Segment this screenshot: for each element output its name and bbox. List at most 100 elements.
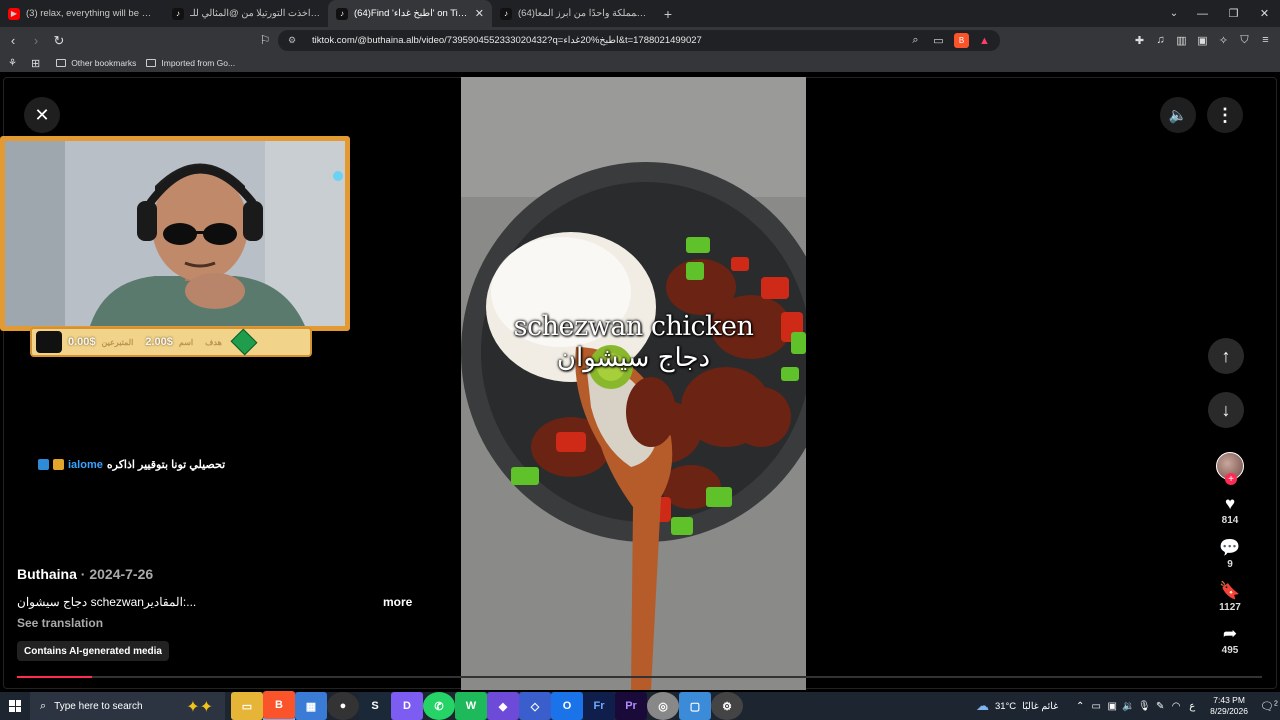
post-description: دجاج سيشوان schezwanالمقادير:... xyxy=(17,595,197,609)
start-button[interactable] xyxy=(0,692,30,720)
progress-fill xyxy=(17,676,92,678)
fresco-icon[interactable]: Fr xyxy=(583,692,615,720)
bookmark-imported[interactable]: Imported from Go... xyxy=(146,58,235,68)
microphone-icon[interactable]: 🎙 xyxy=(1136,701,1152,712)
display-tray-icon[interactable]: ▣ xyxy=(1104,701,1120,712)
back-icon[interactable]: ‹ xyxy=(3,31,23,51)
zoom-icon[interactable]: ⌕ xyxy=(908,33,923,48)
vscode-icon[interactable]: ◇ xyxy=(519,692,551,720)
network-tray-icon[interactable]: ▭ xyxy=(1088,701,1104,712)
chevron-up-icon[interactable]: ⌃ xyxy=(1072,701,1088,712)
more-options-button[interactable]: ⋮ xyxy=(1207,97,1243,133)
minimize-icon[interactable]: — xyxy=(1187,0,1218,27)
notifications-icon[interactable]: 🗨2 xyxy=(1258,700,1280,713)
whatsapp-icon[interactable]: ✆ xyxy=(423,692,455,720)
tab-youtube[interactable]: ▶ (3) relax, everything will be okay... … xyxy=(0,0,164,27)
comment-action[interactable]: 💬 9 xyxy=(1210,538,1250,570)
settings-gear-icon[interactable]: ⚙ xyxy=(711,692,743,720)
apps-icon[interactable]: ⊞ xyxy=(31,57,40,70)
tab-search-icon[interactable]: ⌄ xyxy=(1162,0,1186,27)
brave-shields-icon[interactable]: B xyxy=(954,33,969,48)
pen-icon[interactable]: ✎ xyxy=(1152,701,1168,712)
more-icon: ⋮ xyxy=(1216,104,1234,125)
share-action[interactable]: ➦ 495 xyxy=(1210,624,1250,656)
whatsapp-desktop-icon[interactable]: W xyxy=(455,692,487,720)
author-name[interactable]: Buthaina xyxy=(17,566,77,582)
previous-video-button[interactable]: ↑ xyxy=(1208,338,1244,374)
video-caption-english: schezwan chicken xyxy=(513,311,754,342)
webcam-image xyxy=(5,141,345,326)
sidebar-icon[interactable]: ▥ xyxy=(1173,30,1190,50)
video-player[interactable]: schezwan chicken دجاج سيشوان xyxy=(461,77,806,690)
vpn-icon[interactable]: ⛉ xyxy=(1236,30,1253,50)
windows-taskbar: ⌕ Type here to search ✦✦ ▭ B ▦ ● S D ✆ W… xyxy=(0,691,1280,720)
more-link[interactable]: more xyxy=(383,595,412,609)
site-info-icon[interactable]: ⚙ xyxy=(288,35,302,46)
bookmark-label: Imported from Go... xyxy=(161,58,236,68)
chat-message: ialome تحصيلي تونا بتوقيير اذاكره xyxy=(38,458,225,471)
tab-title: انشيلادا اخذت التورتيلا من @المثالي للـ xyxy=(190,8,320,19)
arrow-down-icon: ↓ xyxy=(1221,399,1231,420)
brave-browser-icon[interactable]: B xyxy=(263,691,295,720)
outlook-icon[interactable]: O xyxy=(551,692,583,720)
leo-ai-icon[interactable]: ✧ xyxy=(1215,30,1232,50)
notification-count: 2 xyxy=(1274,699,1278,707)
tab-tiktok-enchilada[interactable]: ♪ انشيلادا اخذت التورتيلا من @المثالي لل… xyxy=(164,0,328,27)
gamepad-icon[interactable]: ◆ xyxy=(487,692,519,720)
donation-label-2: اسم xyxy=(178,337,194,347)
address-bar[interactable]: ⚙ tiktok.com/@buthaina.alb/video/7395904… xyxy=(278,30,1000,51)
taskbar-search[interactable]: ⌕ Type here to search ✦✦ xyxy=(30,692,225,720)
save-action[interactable]: 🔖 1127 xyxy=(1210,581,1250,613)
brave-rewards-icon[interactable]: ▲ xyxy=(977,33,992,48)
media-icon[interactable]: ♫ xyxy=(1152,30,1169,50)
video-caption-arabic: دجاج سيشوان xyxy=(556,343,711,373)
forward-icon[interactable]: › xyxy=(26,31,46,51)
see-translation-link[interactable]: See translation xyxy=(17,616,103,630)
next-video-button[interactable]: ↓ xyxy=(1208,392,1244,428)
store-icon[interactable]: ▦ xyxy=(295,692,327,720)
tab-title: (3) relax, everything will be okay... (m xyxy=(26,8,156,19)
weather-widget[interactable]: ☁ 31°C غائم غالبًا xyxy=(976,698,1058,714)
chrome-icon[interactable]: ◎ xyxy=(647,692,679,720)
file-explorer-icon[interactable]: ▭ xyxy=(231,692,263,720)
crown-badge-icon xyxy=(53,459,64,470)
extensions-icon[interactable]: ✚ xyxy=(1131,30,1148,50)
wallet-icon[interactable]: ▣ xyxy=(1194,30,1211,50)
video-progress-bar[interactable] xyxy=(17,676,1262,678)
toolbar-right: ✚ ♫ ▥ ▣ ✧ ⛉ ≡ xyxy=(1131,30,1274,50)
clock[interactable]: 7:43 PM 8/29/2026 xyxy=(1210,695,1248,717)
follow-plus-icon[interactable]: + xyxy=(1225,473,1237,485)
volume-tray-icon[interactable]: 🔉 xyxy=(1120,701,1136,712)
close-video-button[interactable]: ✕ xyxy=(24,97,60,133)
tiktok-icon: ♪ xyxy=(500,7,512,20)
premiere-icon[interactable]: Pr xyxy=(615,692,647,720)
window-app-icon[interactable]: ▢ xyxy=(679,692,711,720)
bookmark-other[interactable]: Other bookmarks xyxy=(56,58,136,68)
obs-icon[interactable]: ● xyxy=(327,692,359,720)
close-tab-icon[interactable]: ✕ xyxy=(475,7,484,20)
url-text[interactable]: tiktok.com/@buthaina.alb/video/739590455… xyxy=(312,35,908,46)
window-controls: — ❐ ✕ xyxy=(1187,0,1280,27)
ai-generated-label: Contains AI-generated media xyxy=(17,641,169,661)
search-highlight-icon: ✦✦ xyxy=(186,699,213,716)
cast-icon[interactable]: ▭ xyxy=(931,33,946,48)
tab-tiktok-active[interactable]: ♪ (64)Find 'اطبخ غداء' on TikTok ✕ xyxy=(328,0,492,27)
volume-button[interactable]: 🔈 xyxy=(1160,97,1196,133)
menu-icon[interactable]: ≡ xyxy=(1257,30,1274,50)
bookmark-icon[interactable]: ⚐ xyxy=(256,30,274,50)
like-action[interactable]: ♥ 814 xyxy=(1210,494,1250,526)
steam-icon[interactable]: S xyxy=(359,692,391,720)
close-window-icon[interactable]: ✕ xyxy=(1249,0,1280,27)
new-tab-button[interactable]: + xyxy=(656,6,680,22)
system-tray: ☁ 31°C غائم غالبًا ⌃ ▭ ▣ 🔉 🎙 ✎ ◠ ع 7:43 … xyxy=(976,692,1280,720)
tab-tiktok-kingdom[interactable]: ♪ (64)يعد برج المملكة واحدًا من أبرز الم… xyxy=(492,0,656,27)
language-indicator[interactable]: ع xyxy=(1184,701,1200,712)
tab-title: (64)يعد برج المملكة واحدًا من أبرز المعا xyxy=(518,8,648,19)
restore-icon[interactable]: ❐ xyxy=(1218,0,1249,27)
reload-icon[interactable]: ↻ xyxy=(49,31,69,51)
tab-groups-icon[interactable]: ⚘ xyxy=(8,58,17,69)
folder-icon xyxy=(146,59,157,67)
discord-icon[interactable]: D xyxy=(391,692,423,720)
wifi-icon[interactable]: ◠ xyxy=(1168,701,1184,712)
share-icon: ➦ xyxy=(1222,624,1238,643)
